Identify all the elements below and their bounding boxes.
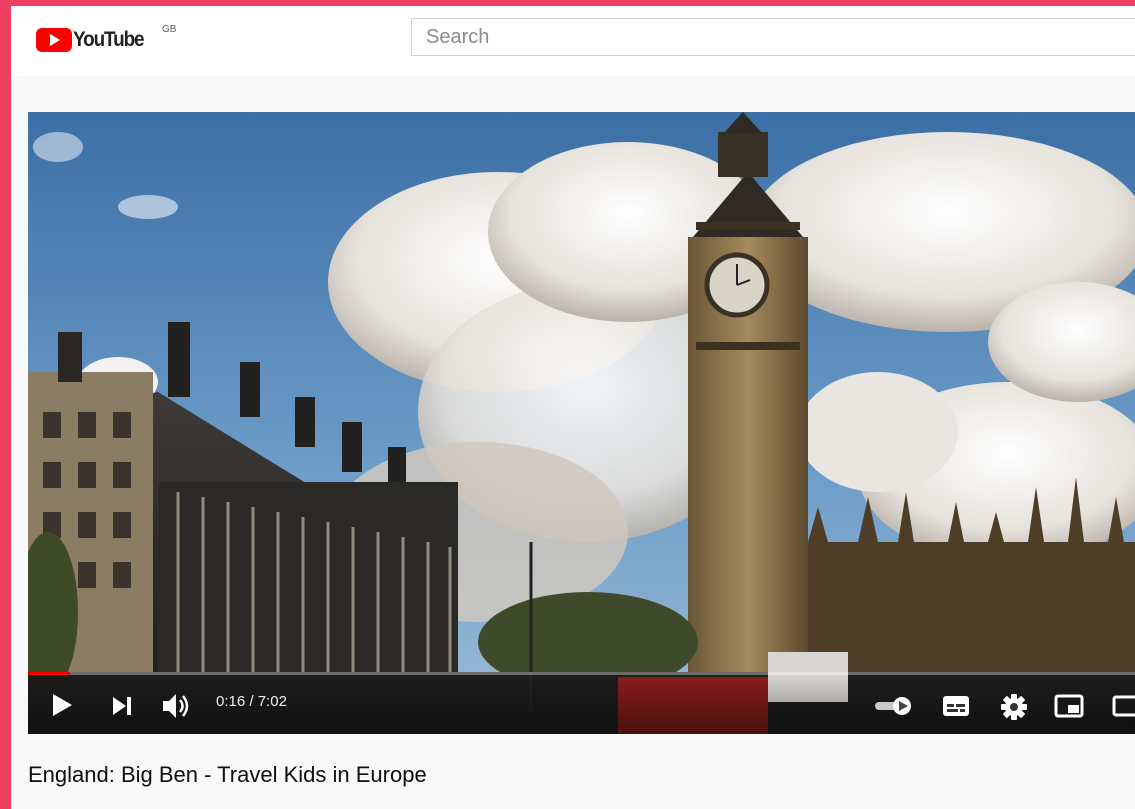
logo-wordmark: YouTube [73, 28, 145, 51]
current-time: 0:16 [216, 693, 246, 710]
miniplayer-icon[interactable] [1054, 694, 1084, 718]
video-player[interactable]: 0:16 / 7:02 [28, 112, 1135, 734]
video-title: England: Big Ben - Travel Kids in Europe [28, 762, 427, 787]
duration: 7:02 [257, 693, 287, 710]
theater-mode-icon[interactable] [1112, 694, 1135, 718]
time-display: 0:16 / 7:02 [216, 693, 287, 710]
frame-border-left [0, 0, 11, 809]
autoplay-toggle-icon[interactable] [874, 696, 914, 716]
play-icon[interactable] [50, 693, 74, 717]
time-separator: / [245, 693, 258, 710]
youtube-logo[interactable]: YouTube GB [36, 24, 176, 54]
volume-icon[interactable] [162, 692, 192, 720]
search-input[interactable] [411, 18, 1135, 56]
video-frame [28, 112, 1135, 734]
next-icon[interactable] [112, 696, 132, 716]
masthead: YouTube GB [11, 6, 1135, 76]
settings-icon[interactable] [1001, 694, 1027, 720]
youtube-play-logo-icon [36, 28, 72, 52]
country-code: GB [162, 24, 177, 35]
subtitles-icon[interactable] [942, 695, 970, 717]
